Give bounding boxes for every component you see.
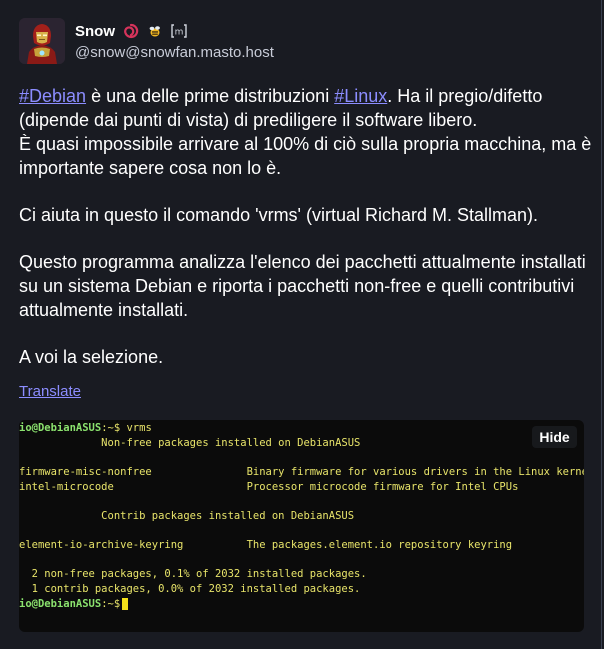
- translate-link[interactable]: Translate: [19, 383, 81, 400]
- terminal-cursor: [122, 598, 129, 610]
- paragraph-3: Questo programma analizza l'elenco dei p…: [19, 252, 586, 320]
- paragraph-1: #Debian è una delle prime distribuzioni …: [19, 84, 594, 180]
- bee-icon: [147, 23, 163, 39]
- badge-m-text: m: [175, 28, 184, 38]
- author-name-row[interactable]: Snow m: [75, 21, 187, 41]
- mastodon-m-badge: m: [171, 23, 187, 39]
- paragraph-1-text-a: è una delle prime distribuzioni: [86, 86, 335, 106]
- terminal-row-keyring: element-io-archive-keyring The packages.…: [19, 539, 513, 551]
- paragraph-2: Ci aiuta in questo il comando 'vrms' (vi…: [19, 205, 539, 225]
- status-post: Snow m @snow@snowfan.masto.host #Debian …: [0, 0, 602, 649]
- prompt-separator-2: :~$: [101, 598, 121, 610]
- account-handle[interactable]: @snow@snowfan.masto.host: [75, 44, 274, 61]
- avatar[interactable]: [19, 18, 65, 64]
- hashtag-linux-link[interactable]: #Linux: [334, 86, 387, 106]
- post-content: #Debian è una delle prime distribuzioni …: [19, 84, 594, 392]
- terminal-line-command: io@DebianASUS:~$ vrms: [19, 421, 152, 435]
- terminal-row-microcode: intel-microcode Processor microcode firm…: [19, 481, 519, 493]
- prompt-user: io@DebianASUS: [19, 422, 102, 434]
- terminal-line-prompt: io@DebianASUS:~$: [19, 597, 129, 611]
- prompt-user-2: io@DebianASUS: [19, 598, 102, 610]
- terminal-summary-nonfree: 2 non-free packages, 0.1% of 2032 instal…: [19, 568, 367, 580]
- terminal-nonfree-header: Non-free packages installed on DebianASU…: [19, 437, 361, 449]
- media-attachment-terminal-screenshot[interactable]: io@DebianASUS:~$ vrms Non-free packages …: [19, 420, 584, 632]
- command-text: vrms: [120, 422, 152, 434]
- swirl-icon: [123, 23, 139, 39]
- terminal-contrib-header: Contrib packages installed on DebianASUS: [19, 510, 355, 522]
- display-name[interactable]: Snow: [75, 23, 115, 40]
- terminal-row-firmware: firmware-misc-nonfree Binary firmware fo…: [19, 466, 584, 478]
- prompt-separator: :~$: [101, 422, 121, 434]
- avatar-image: [19, 18, 65, 64]
- hashtag-debian-link[interactable]: #Debian: [19, 86, 86, 106]
- paragraph-4: A voi la selezione.: [19, 347, 164, 367]
- hide-media-button[interactable]: Hide: [532, 426, 577, 448]
- terminal-summary-contrib: 1 contrib packages, 0.0% of 2032 install…: [19, 583, 361, 595]
- paragraph-1-text-c: È quasi impossibile arrivare al 100% di …: [19, 134, 592, 178]
